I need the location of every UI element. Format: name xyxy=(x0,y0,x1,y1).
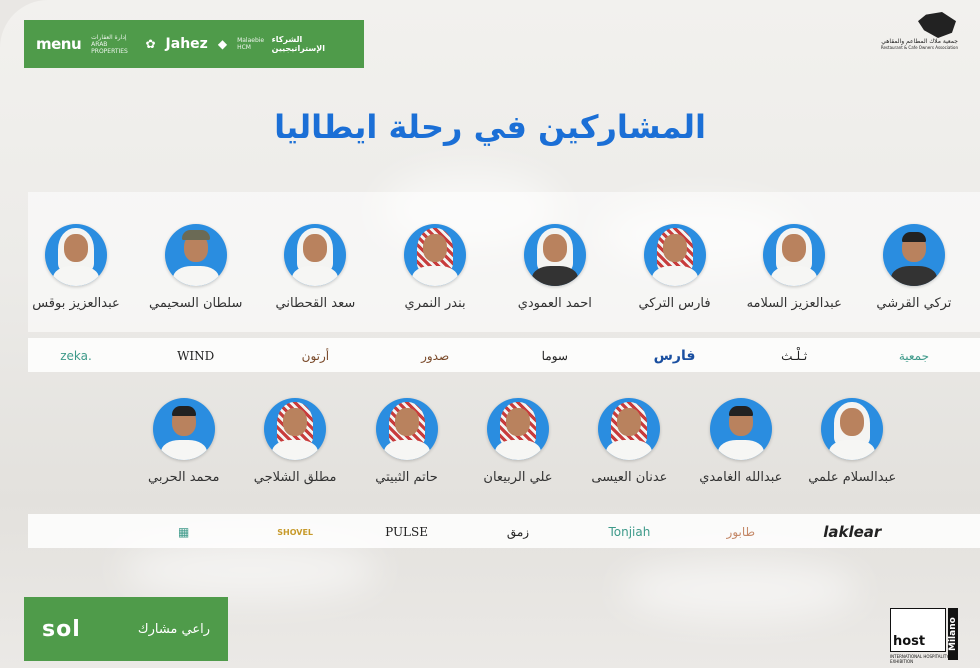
row1-brand-logos: جمعية ثـلْـث فارس سوما صدور أرتون WIND z… xyxy=(20,346,970,366)
participant-card: مطلق الشلاجي xyxy=(239,398,350,485)
page-title: المشاركين في رحلة ايطاليا xyxy=(274,108,706,146)
brand-logo: ثـلْـث xyxy=(781,349,808,363)
participant-name: عبدالعزيز السلامه xyxy=(746,296,842,311)
participant-name: عبدالله الغامدي xyxy=(699,470,783,485)
avatar xyxy=(284,224,347,286)
avatar xyxy=(709,398,772,460)
jahez-logo: Jahez xyxy=(165,36,208,52)
participant-name: فارس التركي xyxy=(638,296,711,311)
participant-name: تركي القرشي xyxy=(876,296,952,311)
row2-brand-logos: laklear طابور Tonjiah زمق PULSE SHOVEL ▦ xyxy=(128,522,908,542)
participant-card: تركي القرشي xyxy=(858,224,970,311)
participant-card: عبدالعزيز بوقس xyxy=(20,224,132,311)
participant-card: محمد الحربي xyxy=(128,398,239,485)
brand-logo: زمق xyxy=(506,525,530,539)
brand-logo: طابور xyxy=(726,525,756,539)
avatar xyxy=(763,224,826,286)
brand-logo: جمعية xyxy=(898,349,930,363)
brand-logo: سوما xyxy=(541,349,568,363)
partner-logos: menu إدارة العقارات ARAB PROPERTIES ✿ Jah… xyxy=(36,34,272,55)
avatar xyxy=(882,224,945,286)
avatar xyxy=(375,398,438,460)
participant-card: سعد القحطاني xyxy=(259,224,371,311)
participant-name: سلطان السحيمي xyxy=(149,296,243,311)
partners-title: الشركاء الإستراتيجيين xyxy=(271,35,325,53)
participant-name: عدنان العيسى xyxy=(591,470,668,485)
participant-name: علي الربيعان xyxy=(483,470,553,485)
avatar xyxy=(486,398,549,460)
avatar xyxy=(643,224,706,286)
bokeh-light xyxy=(620,560,860,620)
participant-card: حاتم الثبيتي xyxy=(351,398,462,485)
participant-card: عبدالعزيز السلامه xyxy=(738,224,850,311)
participant-card: عبدالسلام علمي xyxy=(797,398,908,485)
participant-name: مطلق الشلاجي xyxy=(253,470,337,485)
bokeh-light xyxy=(120,540,380,600)
participant-card: احمد العمودي xyxy=(499,224,611,311)
avatar xyxy=(523,224,586,286)
participant-card: سلطان السحيمي xyxy=(140,224,252,311)
avatar xyxy=(264,398,327,460)
brand-logo: WIND xyxy=(177,349,215,363)
participant-name: بندر النمري xyxy=(404,296,466,311)
brand-logo: أرتون xyxy=(301,349,330,363)
brand-logo: فارس xyxy=(653,348,696,364)
brand-logo: Tonjiah xyxy=(608,525,651,539)
host-subtitle: INTERNATIONAL HOSPITALITY EXHIBITION xyxy=(890,654,949,664)
association-name-en: Restaurant & Cafe Owners Association xyxy=(880,45,958,50)
co-sponsor-label: راعي مشارك xyxy=(137,621,210,637)
host-milano-logo: host Milano INTERNATIONAL HOSPITALITY EX… xyxy=(890,608,958,664)
row2-participants: عبدالسلام علمي عبدالله الغامدي عدنان الع… xyxy=(128,398,908,485)
participant-card: بندر النمري xyxy=(379,224,491,311)
flower-icon: ✿ xyxy=(145,37,156,51)
saudi-map-icon xyxy=(918,12,956,38)
brand-logo: ▦ xyxy=(178,525,190,539)
strategic-partners-banner: menu إدارة العقارات ARAB PROPERTIES ✿ Jah… xyxy=(24,20,364,68)
participant-card: فارس التركي xyxy=(619,224,731,311)
participant-name: حاتم الثبيتي xyxy=(375,470,438,485)
drop-icon: ◆ xyxy=(217,37,228,51)
host-brand: host xyxy=(890,608,946,652)
menu-logo: menu xyxy=(36,35,82,53)
brand-logo: SHOVEL xyxy=(277,527,314,537)
participant-card: عدنان العيسى xyxy=(574,398,685,485)
row1-participants: تركي القرشي عبدالعزيز السلامه فارس الترك… xyxy=(20,224,970,311)
participant-name: عبدالعزيز بوقس xyxy=(32,296,120,311)
co-sponsor-banner: sol راعي مشارك xyxy=(24,597,228,661)
brand-logo: laklear xyxy=(823,523,882,541)
avatar xyxy=(164,224,227,286)
participant-name: عبدالسلام علمي xyxy=(808,470,897,485)
brand-logo: zeka. xyxy=(60,349,92,363)
malaebie-logo: Malaebie HCM xyxy=(237,37,265,51)
participant-card: علي الربيعان xyxy=(462,398,573,485)
avatar xyxy=(45,224,107,286)
arab-properties-logo: إدارة العقارات ARAB PROPERTIES xyxy=(91,33,128,55)
avatar xyxy=(598,398,661,460)
avatar xyxy=(821,398,884,460)
sol-logo: sol xyxy=(42,616,81,642)
participant-name: محمد الحربي xyxy=(148,470,220,485)
participant-name: سعد القحطاني xyxy=(275,296,356,311)
participant-card: عبدالله الغامدي xyxy=(685,398,796,485)
avatar xyxy=(152,398,215,460)
brand-logo: صدور xyxy=(421,349,450,363)
poster: menu إدارة العقارات ARAB PROPERTIES ✿ Jah… xyxy=(0,0,980,668)
host-city: Milano xyxy=(948,608,958,660)
association-name-ar: جمعية ملاك المطاعم والمقاهي xyxy=(881,38,958,45)
brand-logo: PULSE xyxy=(385,525,429,539)
avatar xyxy=(404,224,467,286)
participant-name: احمد العمودي xyxy=(517,296,592,311)
association-logo: جمعية ملاك المطاعم والمقاهي Restaurant &… xyxy=(878,12,958,72)
